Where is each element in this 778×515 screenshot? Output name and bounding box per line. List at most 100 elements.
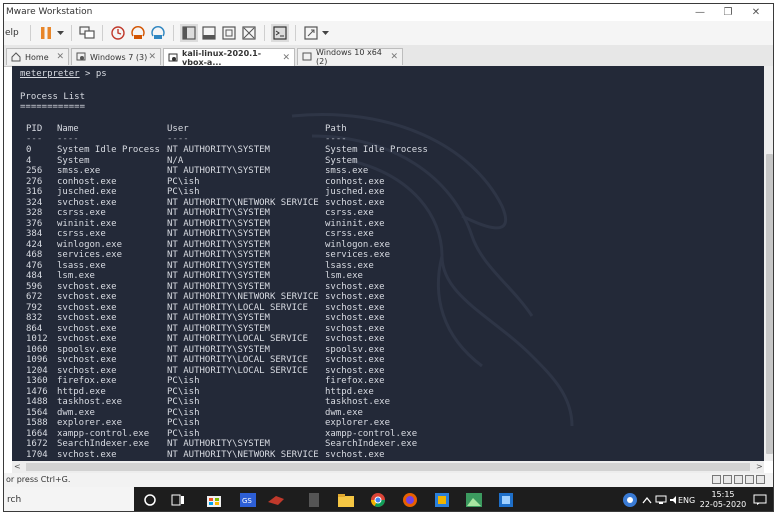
- process-path: System Idle Process: [325, 145, 428, 155]
- process-name: svchost.exe: [57, 334, 117, 344]
- close-icon[interactable]: ✕: [390, 52, 398, 62]
- taskbar-store-app[interactable]: [204, 490, 224, 510]
- pause-vm-button[interactable]: [37, 24, 55, 42]
- process-name: svchost.exe: [57, 365, 117, 376]
- stretch-view-button[interactable]: [302, 24, 320, 42]
- process-path: svchost.exe: [325, 334, 385, 344]
- tab-home[interactable]: Home ✕: [6, 48, 69, 65]
- process-pid: 1360: [26, 376, 48, 386]
- tab-kali-linux[interactable]: kali-linux-2020.1-vbox-a... ✕: [163, 48, 295, 67]
- help-menu[interactable]: elp: [5, 28, 19, 38]
- snapshot-manager-button[interactable]: [149, 24, 167, 42]
- process-user: NT AUTHORITY\SYSTEM: [167, 344, 270, 355]
- tab-label: Windows 7 (3): [90, 52, 148, 62]
- taskbar-vmware-workstation[interactable]: [496, 490, 516, 510]
- column-underlines: --- ---- ---- ----: [12, 134, 764, 145]
- vertical-scrollbar[interactable]: [764, 66, 773, 461]
- take-snapshot-button[interactable]: [109, 24, 127, 42]
- process-row: 1096 svchost.exe NT AUTHORITY\LOCAL SERVIC…: [12, 355, 764, 366]
- tab-windows-7[interactable]: Windows 7 (3) ✕: [71, 48, 161, 65]
- close-icon[interactable]: ✕: [282, 53, 290, 63]
- send-ctrl-alt-del-button[interactable]: [78, 24, 96, 42]
- process-row: 256 smss.exe NT AUTHORITY\SYSTEM smss.exe: [12, 166, 764, 177]
- show-library-button[interactable]: [179, 24, 198, 42]
- process-pid: 1488: [26, 397, 48, 407]
- process-pid: 1588: [26, 418, 48, 428]
- task-view-button[interactable]: [168, 490, 188, 510]
- horizontal-scrollbar[interactable]: < >: [12, 461, 764, 473]
- snapshot-icon: [111, 26, 125, 40]
- process-pid: 864: [26, 323, 43, 334]
- process-path: svchost.exe: [325, 355, 385, 365]
- process-pid: 1664: [26, 428, 48, 439]
- process-name: svchost.exe: [57, 281, 117, 292]
- unity-button[interactable]: [240, 24, 258, 42]
- terminal-command-line: meterpreter > ps: [20, 69, 107, 79]
- network-adapter-icon[interactable]: [734, 475, 743, 484]
- action-center-button[interactable]: [750, 490, 770, 510]
- usb-icon[interactable]: [745, 475, 754, 484]
- process-row: 0 System Idle Process NT AUTHORITY\SYSTEM S…: [12, 145, 764, 156]
- vertical-scroll-thumb[interactable]: [766, 154, 773, 454]
- tab-windows-10[interactable]: Windows 10 x64 (2) ✕: [297, 48, 403, 66]
- network-tray-button[interactable]: [654, 490, 668, 510]
- tray-app-button[interactable]: [620, 490, 640, 510]
- power-dropdown[interactable]: [57, 24, 65, 42]
- underline-name: ----: [57, 134, 79, 144]
- show-hidden-icons-button[interactable]: [640, 490, 654, 510]
- process-user: NT AUTHORITY\SYSTEM: [167, 218, 270, 229]
- cd-drive-icon[interactable]: [723, 475, 732, 484]
- process-row: 328 csrss.exe NT AUTHORITY\SYSTEM csrss.exe: [12, 208, 764, 219]
- process-row: 376 wininit.exe NT AUTHORITY\SYSTEM wininit…: [12, 219, 764, 230]
- process-user: NT AUTHORITY\LOCAL SERVICE: [167, 365, 308, 376]
- full-screen-button[interactable]: [220, 24, 238, 42]
- gs-app-icon: GS: [240, 493, 256, 507]
- stretch-dropdown[interactable]: [322, 24, 330, 42]
- close-icon[interactable]: ✕: [56, 52, 64, 62]
- restore-button[interactable]: ❐: [714, 5, 742, 20]
- taskbar-search-box[interactable]: rch: [4, 487, 134, 511]
- taskbar-file-explorer[interactable]: [336, 490, 356, 510]
- taskbar-app-window[interactable]: [432, 490, 452, 510]
- scroll-left-arrow-icon[interactable]: <: [14, 462, 21, 471]
- taskbar-firefox[interactable]: [400, 490, 420, 510]
- taskbar-app-red[interactable]: [266, 490, 286, 510]
- minimize-button[interactable]: —: [686, 5, 714, 20]
- cortana-button[interactable]: [140, 490, 160, 510]
- language-indicator[interactable]: ENG: [678, 487, 695, 511]
- vm-console[interactable]: meterpreter > ps Process List ==========…: [12, 66, 764, 461]
- process-user: NT AUTHORITY\NETWORK SERVICE: [167, 292, 319, 302]
- thumbnail-bar-button[interactable]: [200, 24, 218, 42]
- process-user: NT AUTHORITY\SYSTEM: [167, 229, 270, 239]
- close-icon[interactable]: ✕: [148, 52, 156, 62]
- process-pid: 792: [26, 302, 43, 313]
- taskbar-chrome[interactable]: [368, 490, 388, 510]
- tab-label: Windows 10 x64 (2): [316, 48, 382, 66]
- process-name: explorer.exe: [57, 418, 123, 428]
- taskbar-app-photo[interactable]: [464, 490, 484, 510]
- taskbar-app-dark[interactable]: [304, 490, 324, 510]
- underline-user: ----: [167, 134, 189, 144]
- process-row: 276 conhost.exe PC\ish conhost.exe: [12, 177, 764, 188]
- notification-icon: [753, 494, 767, 505]
- revert-snapshot-button[interactable]: [129, 24, 147, 42]
- vmware-window: Mware Workstation — ❐ ✕ elp Home ✕ Windo…: [3, 3, 774, 512]
- close-window-button[interactable]: ✕: [742, 5, 770, 20]
- process-row: 4 System N/A System: [12, 156, 764, 167]
- scroll-right-arrow-icon[interactable]: >: [756, 462, 763, 471]
- taskbar-app-gs[interactable]: GS: [238, 490, 258, 510]
- process-pid: 324: [26, 197, 43, 208]
- hard-disk-icon[interactable]: [712, 475, 721, 484]
- process-path: services.exe: [325, 250, 391, 260]
- system-clock[interactable]: 15:15 22-05-2020: [698, 490, 748, 510]
- sound-card-icon[interactable]: [756, 475, 765, 484]
- console-view-button[interactable]: [270, 24, 289, 42]
- process-name: svchost.exe: [57, 449, 117, 460]
- process-row: 484 lsm.exe NT AUTHORITY\SYSTEM lsm.exe: [12, 271, 764, 282]
- process-name: winlogon.exe: [57, 239, 123, 250]
- process-pid: 0: [26, 145, 32, 155]
- snapshot-manager-icon: [151, 26, 165, 39]
- process-path: svchost.exe: [325, 197, 385, 208]
- horizontal-scroll-thumb[interactable]: [26, 463, 750, 471]
- store-icon: [207, 496, 221, 507]
